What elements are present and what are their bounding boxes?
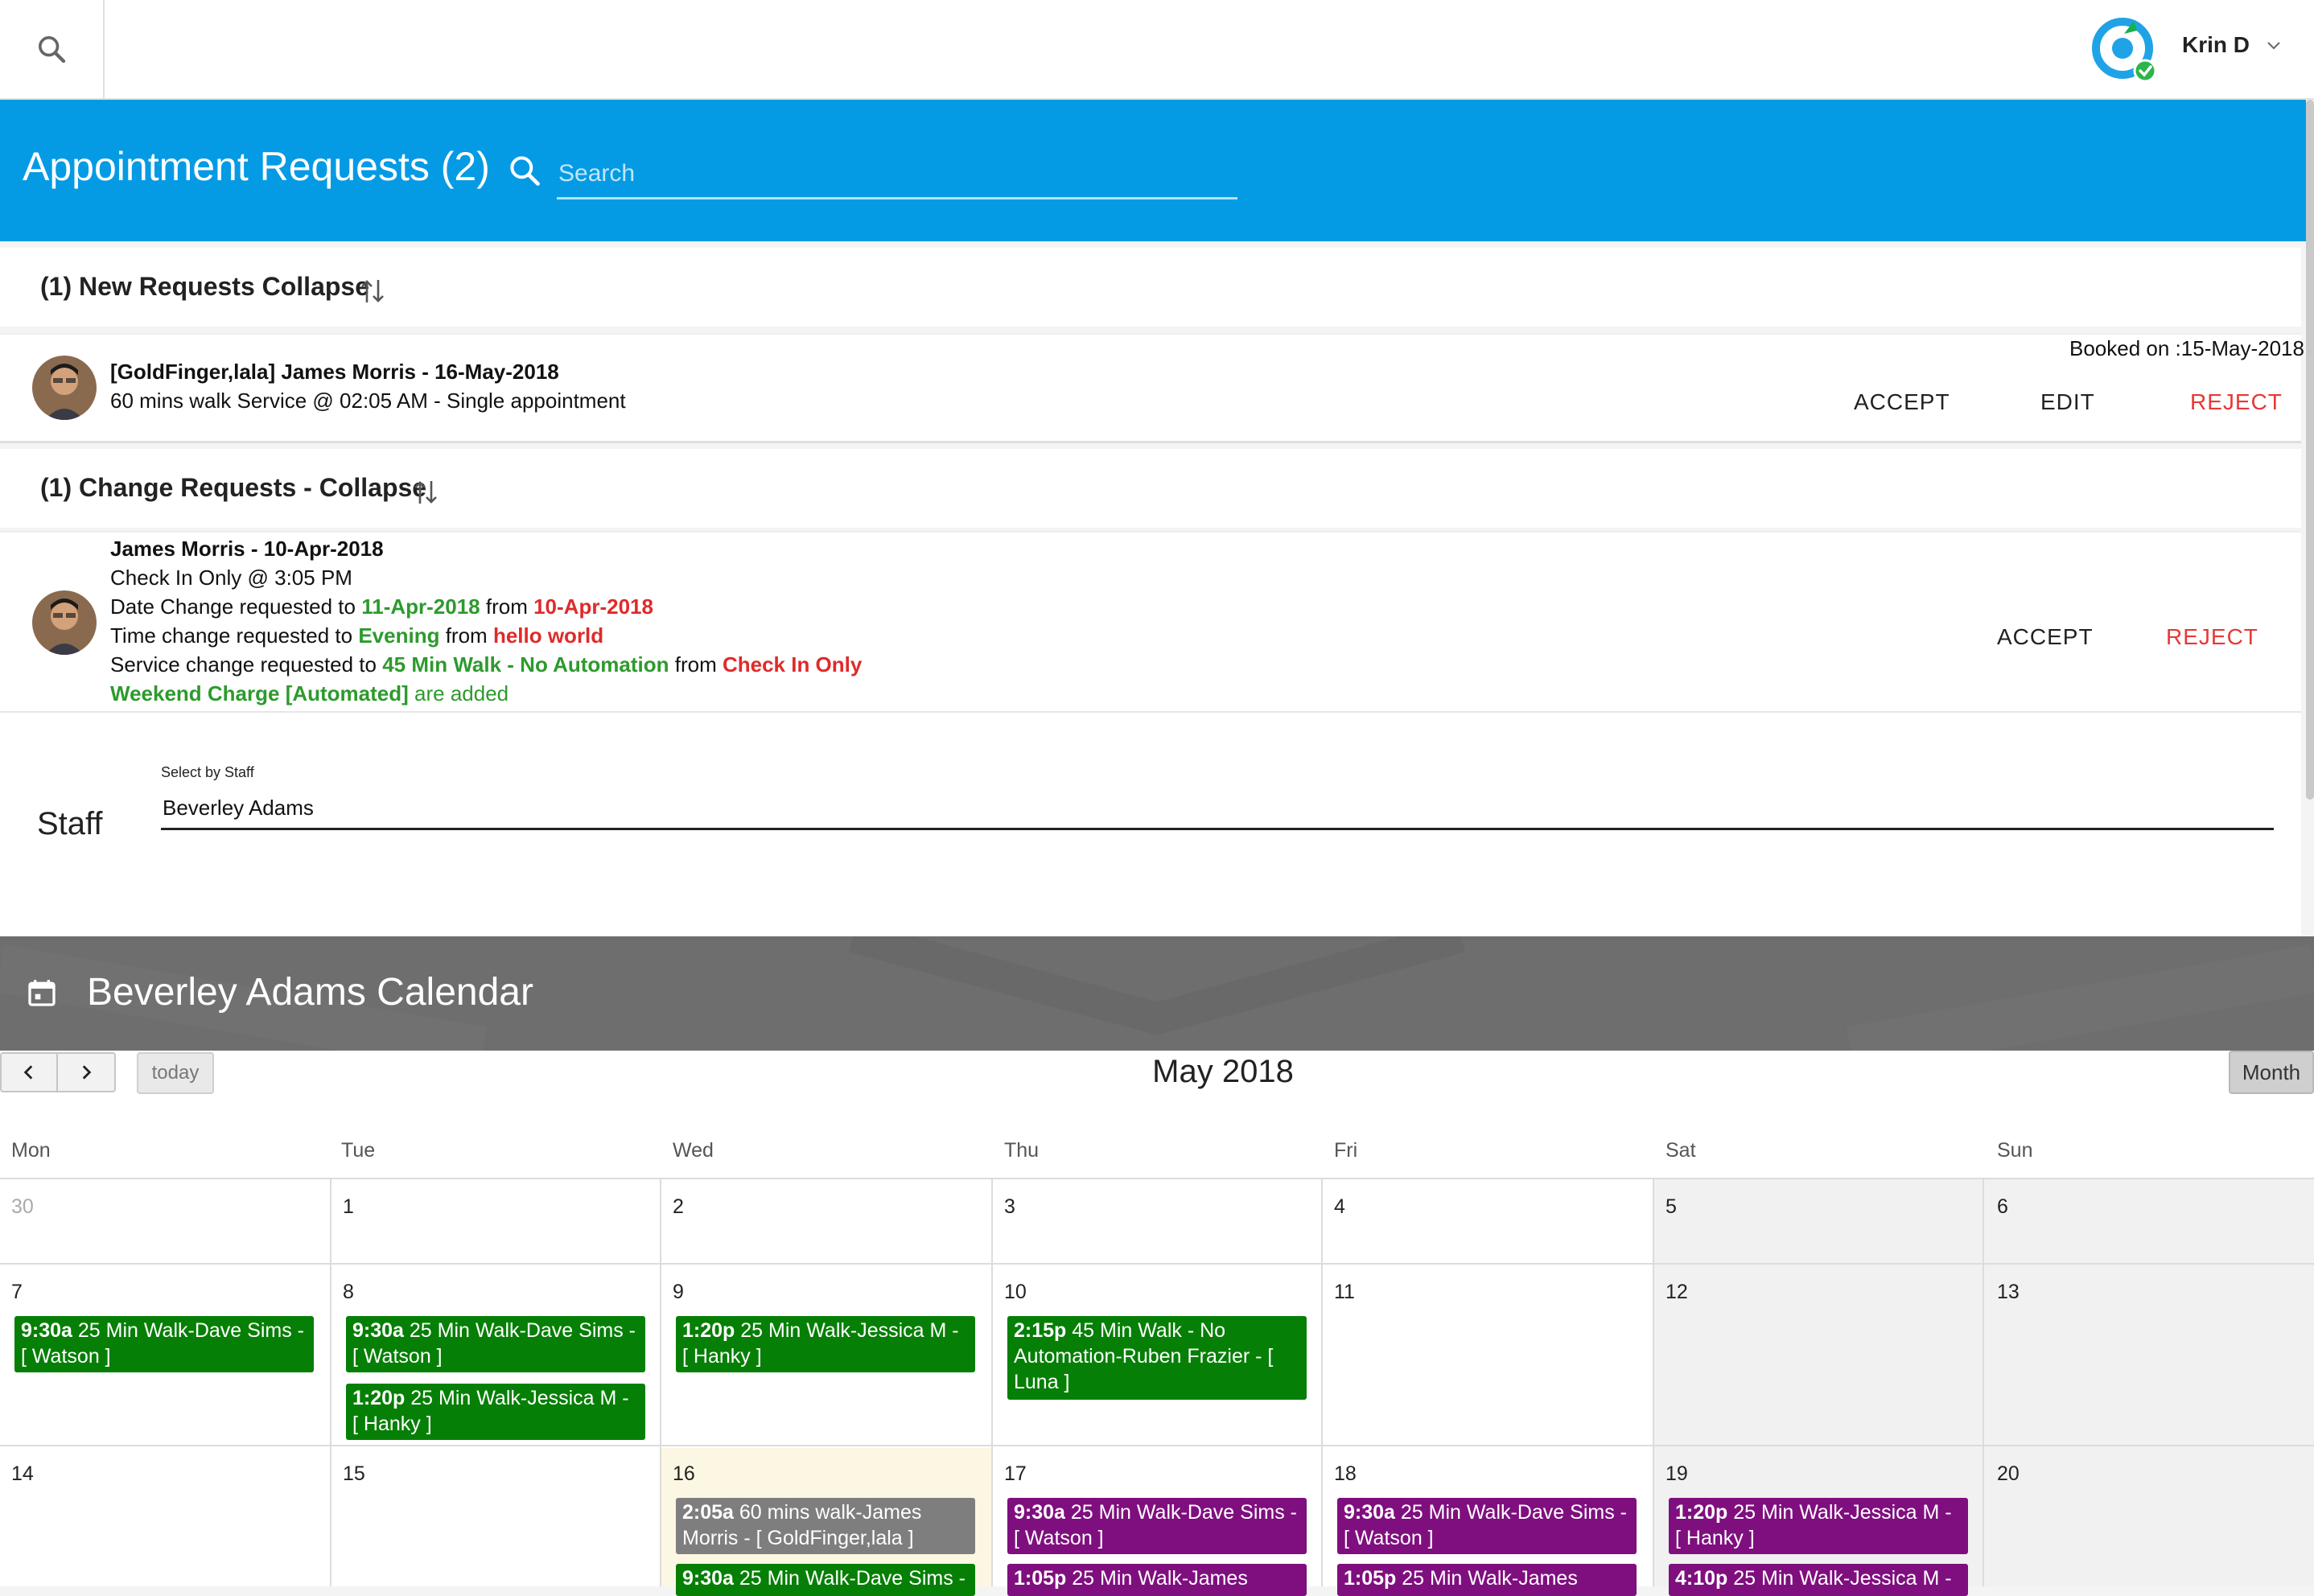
calendar-event[interactable]: 9:30a 25 Min Walk-Dave Sims - [ Watson ] [1007,1498,1307,1554]
accept-button[interactable]: ACCEPT [1854,389,1950,415]
dow-header: Thu [1004,1139,1040,1162]
day-number[interactable]: 11 [1334,1281,1355,1304]
day-number[interactable]: 10 [1004,1281,1027,1304]
time-change-line: Time change requested to Evening from he… [110,623,604,648]
client-avatar [32,356,97,420]
dow-header: Sat [1666,1139,1696,1162]
day-number[interactable]: 14 [11,1462,34,1486]
client-avatar [32,590,97,655]
calendar-event[interactable]: 2:05a 60 mins walk-James Morris - [ Gold… [676,1498,975,1554]
sort-toggle-icon[interactable] [412,476,439,512]
day-number[interactable]: 19 [1666,1462,1688,1486]
day-number[interactable]: 6 [1997,1195,2008,1219]
chevron-left-icon [23,1065,33,1080]
grid-line [0,1445,2314,1446]
day-number[interactable]: 20 [1997,1462,2020,1486]
dow-header: Wed [673,1139,714,1162]
user-name[interactable]: Krin D [2182,32,2250,58]
search-icon [507,153,542,192]
day-number[interactable]: 12 [1666,1281,1688,1304]
day-number[interactable]: 16 [673,1462,695,1486]
request-title: [GoldFinger,lala] James Morris - 16-May-… [110,360,559,384]
month-title: May 2018 [1152,1054,1294,1089]
calendar-event[interactable]: 1:05p 25 Min Walk-James [1337,1564,1637,1596]
grid-line [1321,1178,1323,1586]
today-button[interactable]: today [137,1052,214,1094]
grid-line [0,1178,2314,1179]
brand-logo-icon [2092,18,2157,83]
day-number[interactable]: 30 [11,1195,34,1219]
reject-button[interactable]: REJECT [2190,389,2283,415]
month-view-button[interactable]: Month [2229,1051,2314,1094]
day-number[interactable]: 4 [1334,1195,1345,1219]
grid-line [660,1178,661,1586]
day-number[interactable]: 2 [673,1195,684,1219]
booked-on: Booked on :15-May-2018 [2069,336,2304,360]
search-icon [39,36,66,64]
new-requests-title[interactable]: (1) New Requests Collapse [40,272,369,302]
calendar-event[interactable]: 9:30a 25 Min Walk-Dave Sims - [ Watson ] [1337,1498,1637,1554]
calendar-event[interactable]: 4:10p 25 Min Walk-Jessica M - [1669,1564,1968,1596]
day-number[interactable]: 5 [1666,1195,1677,1219]
day-number[interactable]: 3 [1004,1195,1015,1219]
day-number[interactable]: 8 [343,1281,354,1304]
change-requests-title[interactable]: (1) Change Requests - Collapse [40,473,426,503]
global-search-button[interactable] [0,0,105,98]
calendar-event[interactable]: 9:30a 25 Min Walk-Dave Sims - [ Watson ] [346,1316,645,1372]
top-bar [0,0,2314,100]
calendar-title: Beverley Adams Calendar [87,971,533,1014]
calendar-icon [26,977,58,1013]
calendar-event[interactable]: 2:15p 45 Min Walk - No Automation-Ruben … [1007,1316,1307,1400]
calendar-event[interactable]: 1:05p 25 Min Walk-James [1007,1564,1307,1596]
sort-toggle-icon[interactable] [359,275,386,311]
grid-line [330,1178,331,1586]
staff-label: Staff [37,806,103,841]
grid-line [991,1178,993,1586]
calendar-event[interactable]: 1:20p 25 Min Walk-Jessica M - [ Hanky ] [676,1316,975,1372]
dow-header: Sun [1997,1139,2033,1162]
day-number[interactable]: 7 [11,1281,23,1304]
service-change-line: Service change requested to 45 Min Walk … [110,652,863,677]
accept-button[interactable]: ACCEPT [1997,624,2094,650]
dow-header: Fri [1334,1139,1358,1162]
user-avatar-logo[interactable] [2089,13,2163,87]
request-service: 60 mins walk Service @ 02:05 AM - Single… [110,389,626,413]
change-request-checkin: Check In Only @ 3:05 PM [110,566,352,590]
reject-button[interactable]: REJECT [2166,624,2258,650]
grid-line [1983,1178,1984,1586]
day-number[interactable]: 9 [673,1281,684,1304]
day-number[interactable]: 1 [343,1195,354,1219]
calendar-event[interactable]: 9:30a 25 Min Walk-Dave Sims - [676,1564,975,1596]
chevron-right-icon [82,1065,92,1080]
calendar-event[interactable]: 1:20p 25 Min Walk-Jessica M - [ Hanky ] [346,1384,645,1440]
search-input[interactable] [557,150,1237,200]
calendar-event[interactable]: 1:20p 25 Min Walk-Jessica M - [ Hanky ] [1669,1498,1968,1554]
edit-button[interactable]: EDIT [2040,389,2095,415]
change-request-title: James Morris - 10-Apr-2018 [110,537,384,561]
day-number[interactable]: 15 [343,1462,365,1486]
staff-field-label: Select by Staff [161,764,254,780]
grid-line [0,1263,2314,1265]
user-menu-chevron-icon[interactable] [2264,35,2283,59]
dow-header: Tue [341,1139,376,1162]
date-change-line: Date Change requested to 11-Apr-2018 fro… [110,594,653,619]
page-title: Appointment Requests (2) [23,144,490,189]
day-number[interactable]: 13 [1997,1281,2020,1304]
grid-line [1653,1178,1654,1586]
dow-header: Mon [11,1139,51,1162]
day-number[interactable]: 17 [1004,1462,1027,1486]
prev-month-button[interactable] [0,1052,58,1092]
scrollbar[interactable] [2306,100,2314,800]
extras-added-line: Weekend Charge [Automated] are added [110,681,509,705]
staff-select-input[interactable] [161,788,2274,830]
next-month-button[interactable] [58,1052,116,1092]
calendar-event[interactable]: 9:30a 25 Min Walk-Dave Sims - [ Watson ] [14,1316,314,1372]
day-number[interactable]: 18 [1334,1462,1357,1486]
